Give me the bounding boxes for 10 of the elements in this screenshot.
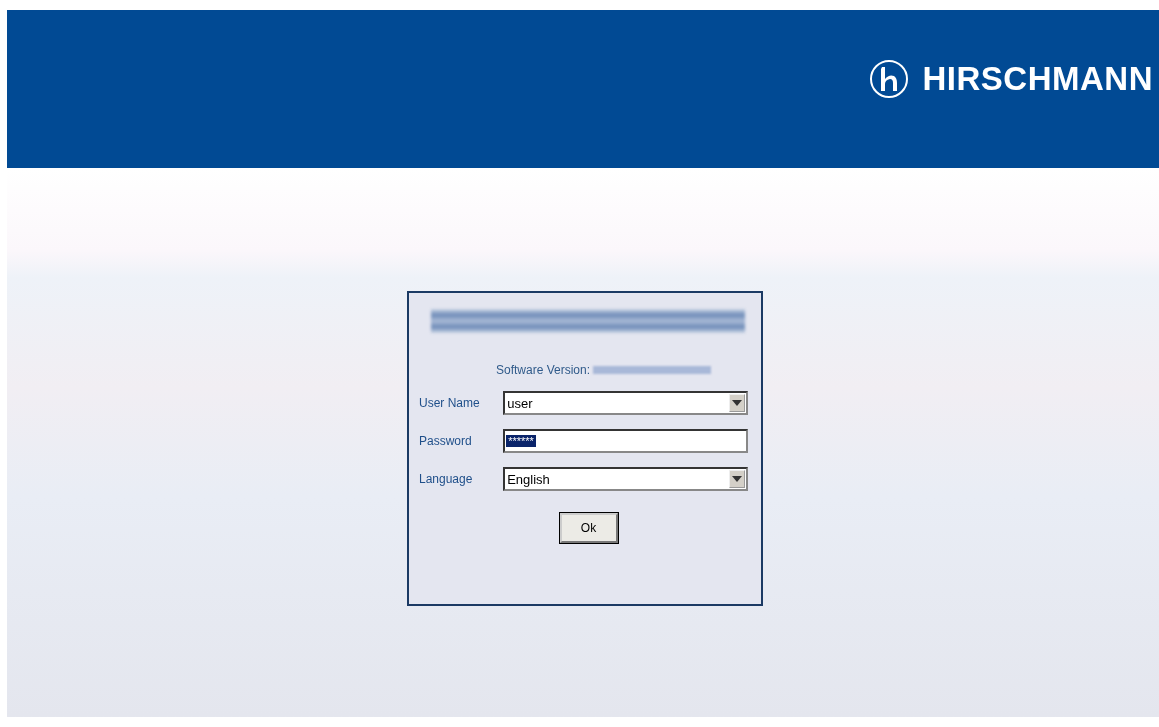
- field-label: Language: [419, 472, 474, 486]
- dropdown-field[interactable]: user: [503, 391, 748, 415]
- brand-name: HIRSCHMANN: [922, 60, 1153, 98]
- logo-icon: [868, 59, 909, 99]
- field-label: Password: [419, 434, 473, 448]
- field-label: User Name: [419, 396, 481, 410]
- ok-button[interactable]: Ok: [559, 513, 618, 543]
- software-version-label: Software Version:: [495, 363, 591, 377]
- dropdown-field[interactable]: English: [503, 467, 748, 491]
- password-field[interactable]: ******: [503, 429, 748, 453]
